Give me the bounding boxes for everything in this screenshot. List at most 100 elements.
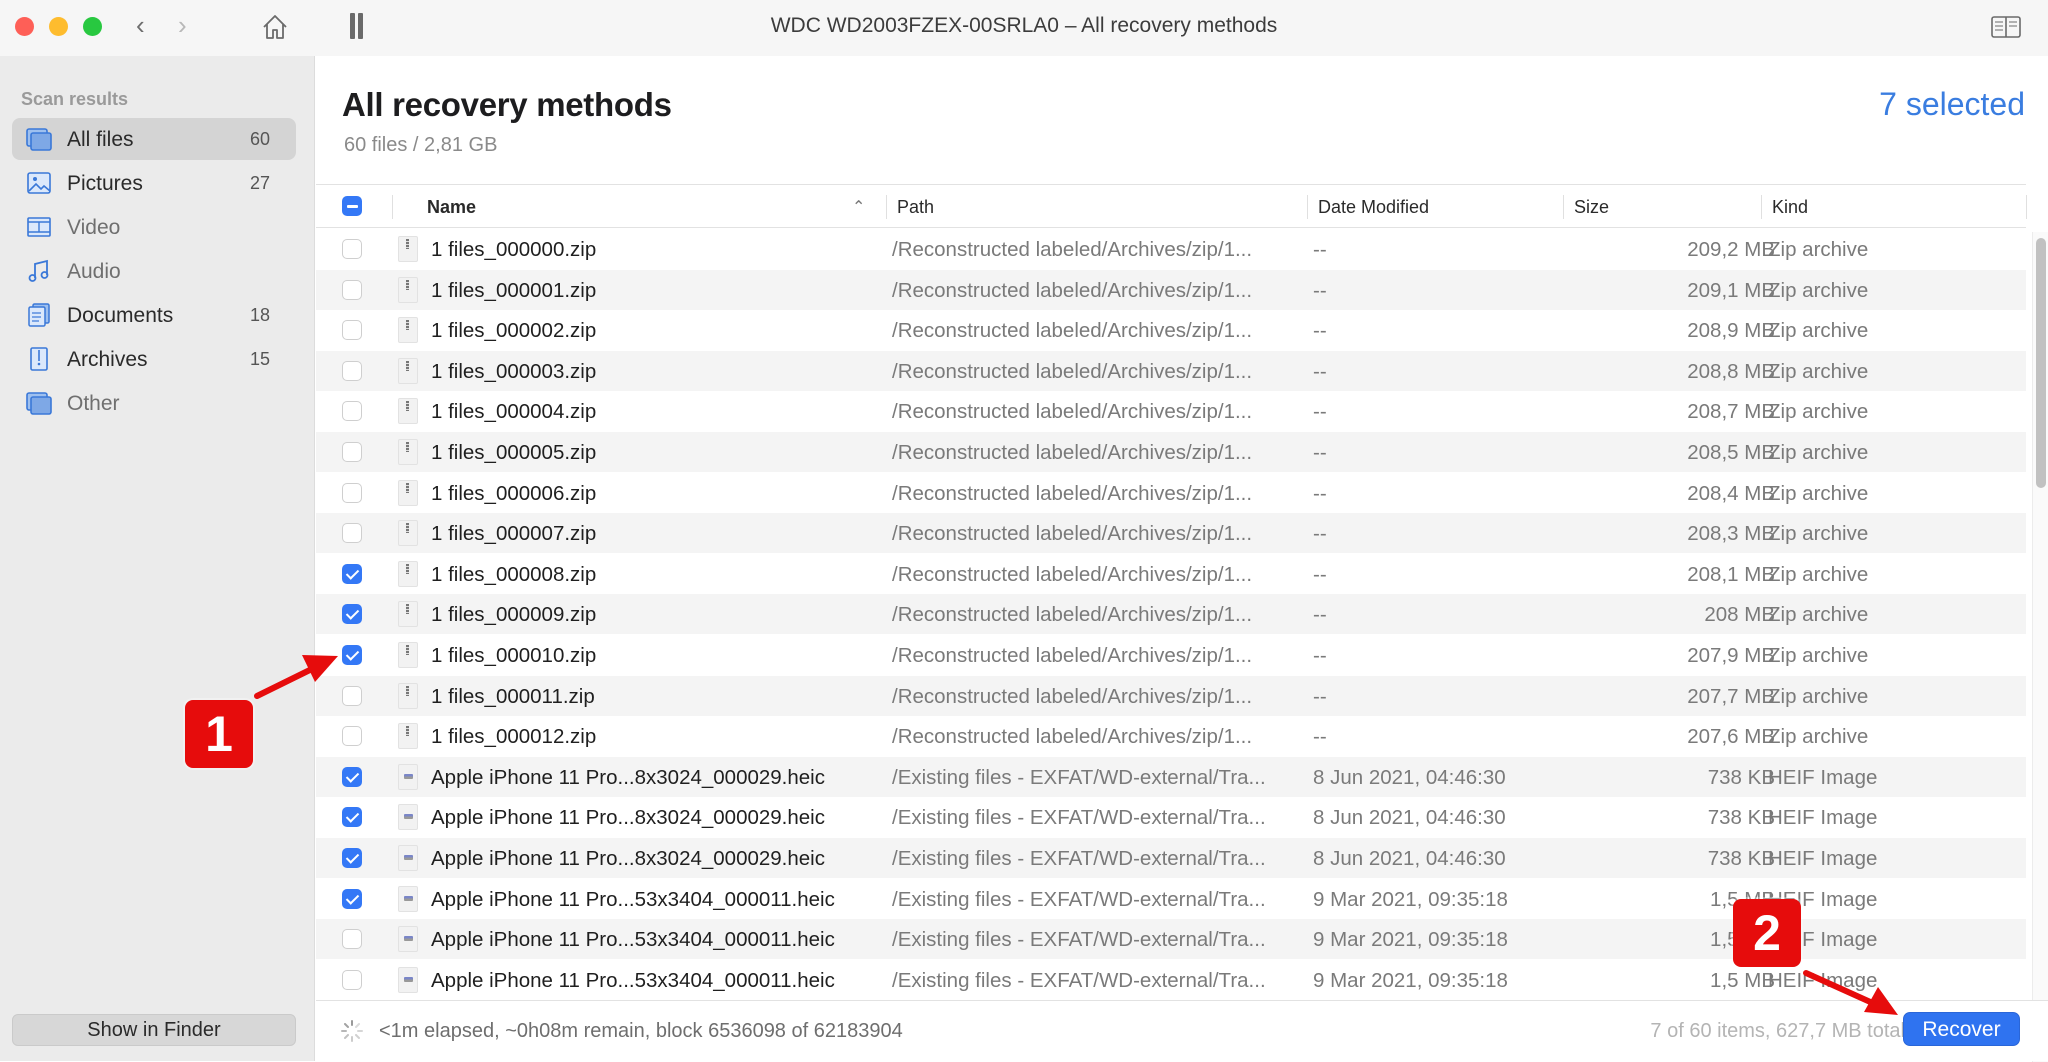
zip-file-icon bbox=[398, 357, 418, 384]
file-path: /Existing files - EXFAT/WD-external/Tra.… bbox=[892, 847, 1266, 870]
file-kind: Zip archive bbox=[1768, 319, 1869, 343]
file-name: 1 files_000004.zip bbox=[431, 400, 597, 424]
table-row[interactable]: 1 files_000010.zip/Reconstructed labeled… bbox=[316, 635, 2026, 675]
sidebar-item-label: Archives bbox=[67, 348, 148, 371]
row-checkbox[interactable] bbox=[342, 766, 362, 787]
sidebar-item-all-files[interactable]: All files 60 bbox=[12, 118, 296, 160]
sort-ascending-icon[interactable]: ⌃ bbox=[852, 197, 865, 217]
file-path: /Reconstructed labeled/Archives/zip/1... bbox=[892, 319, 1253, 343]
zip-file-icon bbox=[398, 723, 418, 750]
file-name: 1 files_000010.zip bbox=[431, 644, 597, 667]
column-header-date[interactable]: Date Modified bbox=[1318, 197, 1429, 218]
table-row[interactable]: 1 files_000002.zip/Reconstructed labeled… bbox=[316, 310, 2026, 350]
row-checkbox[interactable] bbox=[342, 969, 362, 990]
vertical-scrollbar[interactable] bbox=[2032, 232, 2048, 1062]
row-checkbox[interactable] bbox=[342, 563, 362, 584]
table-row[interactable]: 1 files_000003.zip/Reconstructed labeled… bbox=[316, 350, 2026, 391]
file-kind: Zip archive bbox=[1768, 278, 1869, 302]
file-date-modified: -- bbox=[1313, 238, 1327, 261]
table-row[interactable]: 1 files_000006.zip/Reconstructed labeled… bbox=[316, 473, 2026, 513]
scrollbar-thumb[interactable] bbox=[2036, 238, 2046, 488]
sidebar-item-audio[interactable]: Audio bbox=[12, 250, 296, 292]
sidebar-item-video[interactable]: Video bbox=[12, 206, 296, 248]
row-checkbox[interactable] bbox=[342, 929, 362, 950]
file-kind: Zip archive bbox=[1768, 359, 1869, 383]
row-checkbox[interactable] bbox=[342, 523, 362, 544]
row-checkbox[interactable] bbox=[342, 848, 362, 868]
table-row[interactable]: 1 files_000005.zip/Reconstructed labeled… bbox=[316, 432, 2026, 472]
file-kind: Zip archive bbox=[1768, 644, 1869, 667]
column-header-size[interactable]: Size bbox=[1574, 197, 1609, 218]
row-checkbox[interactable] bbox=[342, 320, 362, 341]
file-size: 1,5 MB bbox=[1710, 968, 1775, 992]
sidebar-item-other[interactable]: Other bbox=[12, 382, 296, 424]
file-size: 738 KB bbox=[1707, 847, 1775, 870]
zip-file-icon bbox=[398, 682, 418, 709]
file-name: 1 files_000002.zip bbox=[431, 319, 597, 343]
row-checkbox[interactable] bbox=[342, 888, 362, 909]
sidebar-item-count: 27 bbox=[249, 173, 270, 193]
column-header-kind[interactable]: Kind bbox=[1772, 197, 1808, 218]
all-files-icon bbox=[26, 128, 52, 151]
table-row[interactable]: 1 files_000007.zip/Reconstructed labeled… bbox=[316, 513, 2026, 554]
sidebar-item-label: All files bbox=[67, 128, 134, 151]
file-path: /Reconstructed labeled/Archives/zip/1... bbox=[892, 400, 1253, 424]
table-row[interactable]: 1 files_000001.zip/Reconstructed labeled… bbox=[316, 269, 2026, 310]
table-row[interactable]: Apple iPhone 11 Pro...8x3024_000029.heic… bbox=[316, 756, 2026, 797]
row-checkbox[interactable] bbox=[342, 401, 362, 422]
row-checkbox[interactable] bbox=[342, 807, 362, 828]
row-checkbox[interactable] bbox=[342, 279, 362, 300]
row-checkbox[interactable] bbox=[342, 360, 362, 381]
file-size: 208,5 MB bbox=[1687, 441, 1775, 464]
sidebar-item-label: Audio bbox=[67, 260, 121, 283]
selected-count[interactable]: 7 selected bbox=[1879, 86, 2025, 123]
show-in-finder-button[interactable]: Show in Finder bbox=[12, 1014, 296, 1046]
sidebar-item-label: Pictures bbox=[67, 172, 143, 195]
title-bar: ‹ › WDC WD2003FZEX-00SRLA0 – All recover… bbox=[0, 0, 2048, 56]
column-header-name[interactable]: Name bbox=[427, 197, 476, 218]
row-checkbox[interactable] bbox=[342, 482, 362, 503]
row-checkbox[interactable] bbox=[342, 645, 362, 665]
file-name: 1 files_000006.zip bbox=[431, 481, 597, 505]
table-row[interactable]: Apple iPhone 11 Pro...8x3024_000029.heic… bbox=[316, 797, 2026, 837]
column-separator[interactable] bbox=[1563, 195, 1564, 219]
table-row[interactable]: 1 files_000000.zip/Reconstructed labeled… bbox=[316, 229, 2026, 269]
image-file-icon bbox=[398, 885, 418, 912]
row-checkbox[interactable] bbox=[342, 726, 362, 747]
table-row[interactable]: 1 files_000012.zip/Reconstructed labeled… bbox=[316, 716, 2026, 756]
column-separator[interactable] bbox=[886, 195, 887, 219]
file-date-modified: -- bbox=[1313, 359, 1327, 383]
zip-file-icon bbox=[398, 560, 418, 587]
column-separator bbox=[2026, 195, 2027, 219]
column-separator[interactable] bbox=[1761, 195, 1762, 219]
sidebar-item-pictures[interactable]: Pictures 27 bbox=[12, 162, 296, 204]
reader-button[interactable] bbox=[1991, 16, 2021, 38]
file-path: /Reconstructed labeled/Archives/zip/1... bbox=[892, 441, 1253, 464]
row-checkbox[interactable] bbox=[342, 239, 362, 259]
book-icon bbox=[1991, 16, 2021, 38]
table-row[interactable]: 1 files_000011.zip/Reconstructed labeled… bbox=[316, 675, 2026, 716]
zip-file-icon bbox=[398, 642, 418, 668]
image-file-icon bbox=[398, 763, 418, 790]
recover-button[interactable]: Recover bbox=[1903, 1012, 2020, 1046]
select-all-checkbox[interactable] bbox=[342, 196, 362, 216]
sidebar-item-archives[interactable]: Archives 15 bbox=[12, 338, 296, 380]
column-header-path[interactable]: Path bbox=[897, 197, 934, 218]
row-checkbox[interactable] bbox=[342, 442, 362, 462]
file-path: /Reconstructed labeled/Archives/zip/1... bbox=[892, 644, 1253, 667]
column-separator[interactable] bbox=[1307, 195, 1308, 219]
sidebar-item-label: Other bbox=[67, 392, 120, 415]
zip-file-icon bbox=[398, 520, 418, 547]
table-row[interactable]: 1 files_000008.zip/Reconstructed labeled… bbox=[316, 554, 2026, 594]
zip-file-icon bbox=[398, 236, 418, 262]
file-size: 208,4 MB bbox=[1687, 481, 1775, 505]
file-path: /Reconstructed labeled/Archives/zip/1... bbox=[892, 562, 1253, 586]
row-checkbox[interactable] bbox=[342, 685, 362, 706]
table-row[interactable]: 1 files_000009.zip/Reconstructed labeled… bbox=[316, 594, 2026, 635]
sidebar-item-documents[interactable]: Documents 18 bbox=[12, 294, 296, 336]
table-row[interactable]: Apple iPhone 11 Pro...8x3024_000029.heic… bbox=[316, 838, 2026, 878]
page-title: All recovery methods bbox=[342, 86, 672, 123]
row-checkbox[interactable] bbox=[342, 604, 362, 625]
file-size: 208,1 MB bbox=[1687, 562, 1775, 586]
table-row[interactable]: 1 files_000004.zip/Reconstructed labeled… bbox=[316, 391, 2026, 431]
